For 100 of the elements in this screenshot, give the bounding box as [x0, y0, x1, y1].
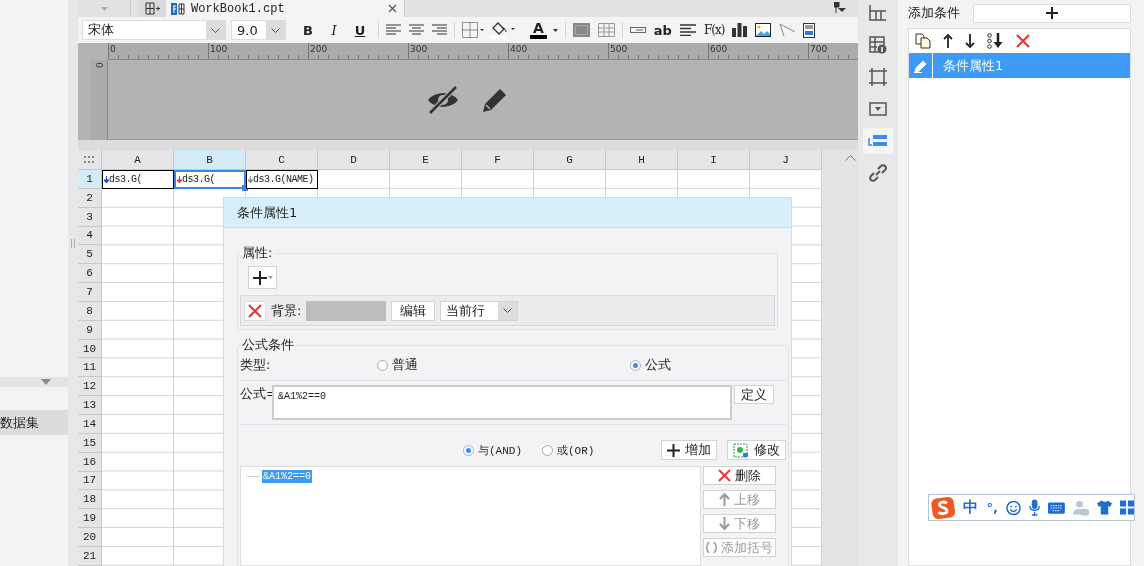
image-icon[interactable] [755, 23, 772, 37]
modify-button[interactable]: 修改 [727, 440, 786, 460]
keyboard-icon[interactable] [1048, 501, 1065, 514]
add-property-button[interactable] [248, 266, 277, 289]
caret-icon [271, 27, 280, 33]
row-header[interactable]: 13 [78, 396, 102, 415]
row-header[interactable]: 11 [78, 358, 102, 378]
define-button[interactable]: 定义 [734, 385, 774, 404]
vertical-ruler: 0 [91, 60, 108, 140]
column-header[interactable]: B [174, 150, 246, 170]
plus-icon [1046, 7, 1058, 19]
edit-gear-icon [733, 442, 749, 458]
grid-icon[interactable] [1119, 500, 1134, 515]
color-swatch[interactable] [306, 300, 387, 321]
edit-button[interactable]: 编辑 [391, 300, 436, 321]
column-header[interactable]: E [390, 150, 462, 170]
caret-icon [503, 308, 513, 313]
column-header[interactable]: G [534, 150, 606, 170]
row-header[interactable]: 12 [78, 377, 102, 397]
close-icon [718, 469, 731, 482]
column-header[interactable]: F [462, 150, 534, 170]
row-header[interactable]: 7 [78, 283, 102, 302]
delete-button[interactable]: 删除 [703, 466, 776, 485]
microphone-icon[interactable] [1028, 499, 1041, 516]
dropdown-menu-icon[interactable] [834, 2, 846, 13]
table-cell[interactable]: ds3.G(NAME) [246, 170, 318, 189]
formula-tool-button[interactable]: F(x) [703, 23, 725, 37]
move-up-icon[interactable] [943, 34, 953, 48]
horizontal-ruler: 0 100 200 300 400 500 600 700 [108, 43, 858, 60]
row-header[interactable]: 6 [78, 264, 102, 284]
table-grid-icon[interactable] [597, 23, 615, 37]
diagonal-line-icon[interactable] [779, 24, 796, 36]
column-header[interactable]: H [606, 150, 678, 170]
radio-option[interactable]: 公式 [630, 356, 671, 374]
column-header[interactable]: A [102, 150, 174, 170]
smiley-icon[interactable] [1005, 499, 1021, 516]
copy-icon[interactable] [915, 33, 931, 49]
radio-option[interactable]: 普通 [377, 356, 630, 374]
document-tab[interactable]: WorkBook1.cpt [166, 0, 405, 17]
row-header[interactable]: 19 [78, 509, 102, 529]
hidden-eye-icon[interactable] [426, 84, 460, 115]
formula-field[interactable]: &A1%2==0 [272, 385, 732, 420]
dataset-item[interactable]: 数据集 [0, 410, 68, 435]
radio-option[interactable]: 或(OR) [542, 442, 661, 458]
bar-chart-icon[interactable] [732, 23, 748, 37]
sogou-logo-icon[interactable] [931, 494, 956, 521]
text-field-icon[interactable] [629, 27, 646, 33]
select-all-icon[interactable] [84, 155, 95, 164]
side-tab[interactable] [863, 128, 893, 154]
dropdown-widget-icon [869, 102, 887, 116]
remove-property-button[interactable] [244, 300, 266, 321]
close-icon[interactable] [388, 4, 397, 13]
italic-button[interactable]: I [323, 20, 345, 40]
border-icon[interactable] [462, 22, 484, 38]
sheet-icon[interactable] [145, 2, 160, 15]
table-cell[interactable]: ds3.G( [174, 170, 246, 189]
align-right-icon[interactable] [432, 24, 447, 36]
row-header[interactable]: 1 [78, 170, 102, 189]
column-header[interactable]: C [246, 150, 318, 170]
punctuation-toggle[interactable]: °, [986, 500, 998, 515]
underline-button[interactable]: U [349, 20, 371, 40]
move-to-bottom-icon[interactable] [987, 33, 1004, 49]
text-tool-button[interactable]: ab [653, 22, 672, 38]
caret-icon [211, 27, 220, 33]
dialog-title: 条件属性1 [224, 198, 791, 228]
drag-handle-icon[interactable] [71, 238, 75, 248]
scroll-up-icon[interactable] [845, 154, 856, 161]
radio-option[interactable]: 与(AND) [463, 442, 542, 458]
group-label: 属性: [241, 244, 274, 262]
row-header[interactable]: 20 [78, 528, 102, 547]
input-mode-toggle[interactable]: 中 [963, 498, 979, 517]
font-color-button[interactable]: A [530, 21, 547, 39]
close-icon [248, 303, 262, 318]
row-header[interactable]: 5 [78, 245, 102, 265]
add-button[interactable]: 增加 [661, 440, 717, 460]
fill-color-icon[interactable] [490, 21, 516, 39]
align-center-icon[interactable] [409, 24, 424, 36]
background-label: 背景: [271, 301, 302, 320]
scope-dropdown[interactable]: 当前行 [440, 300, 519, 321]
bold-button[interactable]: B [297, 20, 319, 40]
column-header[interactable]: I [678, 150, 750, 170]
add-condition-label: 添加条件 [908, 4, 960, 22]
plus-icon [252, 270, 267, 285]
row-header[interactable]: 18 [78, 490, 102, 510]
collapse-arrow-icon[interactable] [41, 379, 51, 385]
column-header[interactable]: D [318, 150, 390, 170]
caret-icon[interactable] [552, 28, 558, 32]
arrow-up-icon [719, 493, 730, 506]
font-size-dropdown[interactable]: 9.0 [231, 20, 286, 40]
caret-icon [267, 276, 273, 279]
align-left-icon[interactable] [386, 24, 401, 36]
delete-icon[interactable] [1016, 34, 1030, 48]
font-dropdown[interactable]: 宋体 [82, 20, 226, 40]
merge-cells-icon[interactable] [572, 23, 590, 37]
report-icon[interactable] [803, 22, 816, 38]
shirt-icon[interactable] [1096, 500, 1112, 515]
column-header[interactable]: J [750, 150, 822, 170]
move-down-icon[interactable] [965, 34, 975, 48]
table-cell[interactable]: ds3.G( [102, 170, 174, 189]
paragraph-icon[interactable] [679, 24, 696, 36]
